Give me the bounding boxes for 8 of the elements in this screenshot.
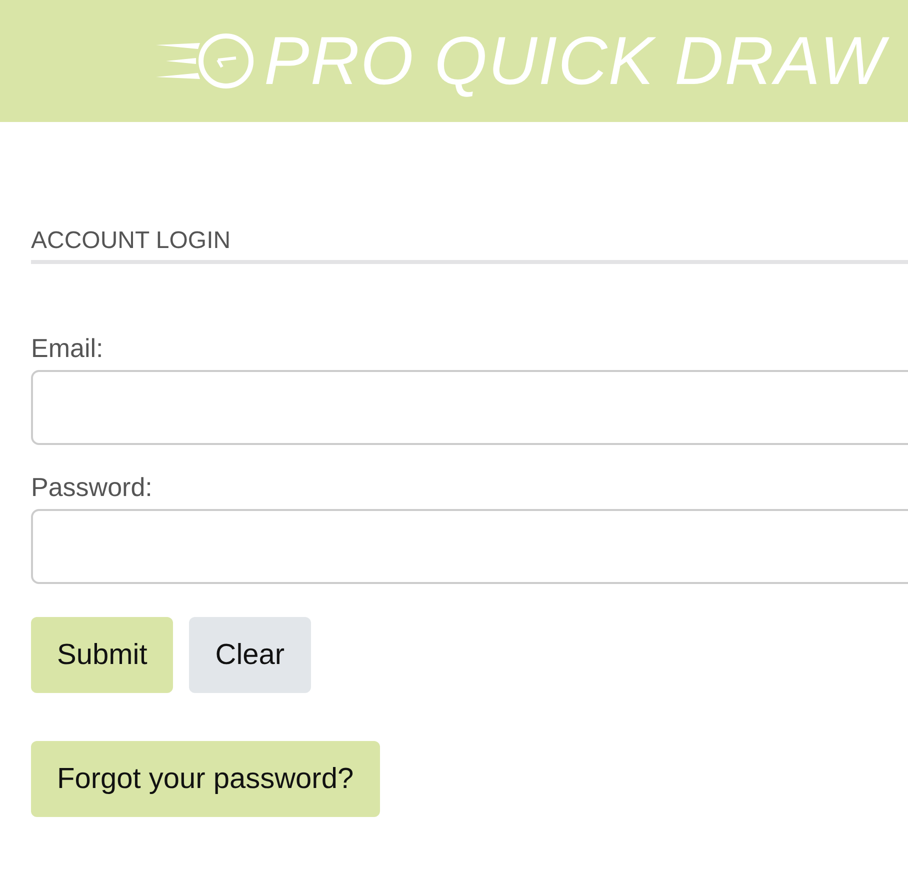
clear-button[interactable]: Clear <box>189 617 311 693</box>
submit-button[interactable]: Submit <box>31 617 174 693</box>
password-field[interactable] <box>31 509 908 584</box>
section-title: ACCOUNT LOGIN <box>31 226 908 264</box>
email-field[interactable] <box>31 370 908 445</box>
forgot-password-button[interactable]: Forgot your password? <box>31 741 380 817</box>
field-label: Password: <box>31 471 154 503</box>
field-label: Email: <box>31 332 104 364</box>
